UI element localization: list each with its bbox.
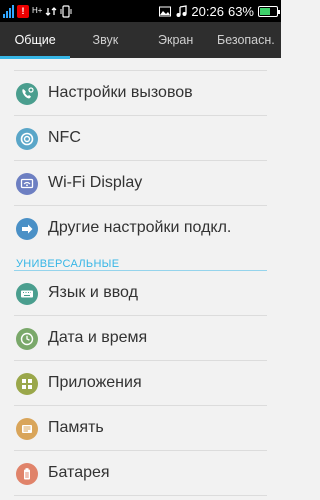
- settings-item-label: NFC: [48, 129, 81, 146]
- status-bar: ! H+ 20:26 63%: [0, 0, 281, 22]
- list-top-spacer: [0, 59, 281, 70]
- settings-tabs: Общие Звук Экран Безопасн.: [0, 22, 281, 58]
- wifi-display-icon: [16, 173, 38, 195]
- settings-item-label: Язык и ввод: [48, 284, 138, 301]
- battery-settings-icon: [16, 463, 38, 485]
- tab-3[interactable]: Безопасн.: [211, 22, 281, 58]
- settings-item-label: Дата и время: [48, 329, 148, 346]
- connection-items-group: Настройки вызовов NFC Wi-Fi Display Другие …: [0, 71, 281, 250]
- settings-item-label: Другие настройки подкл.: [48, 219, 232, 236]
- settings-item-label: Приложения: [48, 374, 142, 391]
- apps-icon: [16, 373, 38, 395]
- settings-item-apps[interactable]: Приложения: [0, 361, 281, 405]
- battery-icon: [258, 5, 280, 17]
- settings-item-storage[interactable]: Память: [0, 406, 281, 450]
- storage-icon: [16, 418, 38, 440]
- vibrate-icon: [60, 4, 72, 18]
- settings-item-battery-settings[interactable]: Батарея: [0, 451, 281, 495]
- settings-item-wifi-display[interactable]: Wi-Fi Display: [0, 161, 281, 205]
- status-time: 20:26: [191, 3, 224, 19]
- section-header-universal: УНИВЕРСАЛЬНЫЕ: [16, 258, 120, 270]
- music-icon: [176, 4, 188, 17]
- more-connections-icon: [16, 218, 38, 240]
- battery-percent: 63%: [227, 3, 254, 19]
- status-right-icons: 20:26 63%: [159, 2, 280, 20]
- settings-item-label: Wi-Fi Display: [48, 174, 143, 191]
- notification-alert-icon: !: [17, 4, 29, 18]
- settings-list[interactable]: Настройки вызовов NFC Wi-Fi Display Другие …: [0, 59, 281, 496]
- h-plus-data-icon: H+: [32, 6, 43, 15]
- settings-item-nfc[interactable]: NFC: [0, 116, 281, 160]
- settings-item-keyboard[interactable]: Язык и ввод: [0, 271, 281, 315]
- phone-settings-icon: [16, 83, 38, 105]
- settings-item-more-connections[interactable]: Другие настройки подкл.: [0, 206, 281, 250]
- settings-item-phone-settings[interactable]: Настройки вызовов: [0, 71, 281, 115]
- keyboard-icon: [16, 283, 38, 305]
- battery-level-fill: [260, 7, 271, 15]
- status-left-icons: ! H+: [3, 3, 72, 19]
- list-divider: [14, 495, 267, 496]
- tab-1[interactable]: Звук: [70, 22, 140, 58]
- settings-item-label: Настройки вызовов: [48, 84, 193, 101]
- tab-0[interactable]: Общие: [0, 22, 70, 58]
- nfc-icon: [16, 128, 38, 150]
- settings-item-label: Память: [48, 419, 104, 436]
- settings-item-clock[interactable]: Дата и время: [0, 316, 281, 360]
- universal-items-group: Язык и ввод Дата и время Приложения Память Б…: [0, 271, 281, 496]
- clock-icon: [16, 328, 38, 350]
- tab-2[interactable]: Экран: [141, 22, 211, 58]
- settings-item-label: Батарея: [48, 464, 110, 481]
- image-icon: [159, 6, 172, 16]
- sync-icon: [45, 6, 57, 16]
- signal-icon: [3, 4, 14, 18]
